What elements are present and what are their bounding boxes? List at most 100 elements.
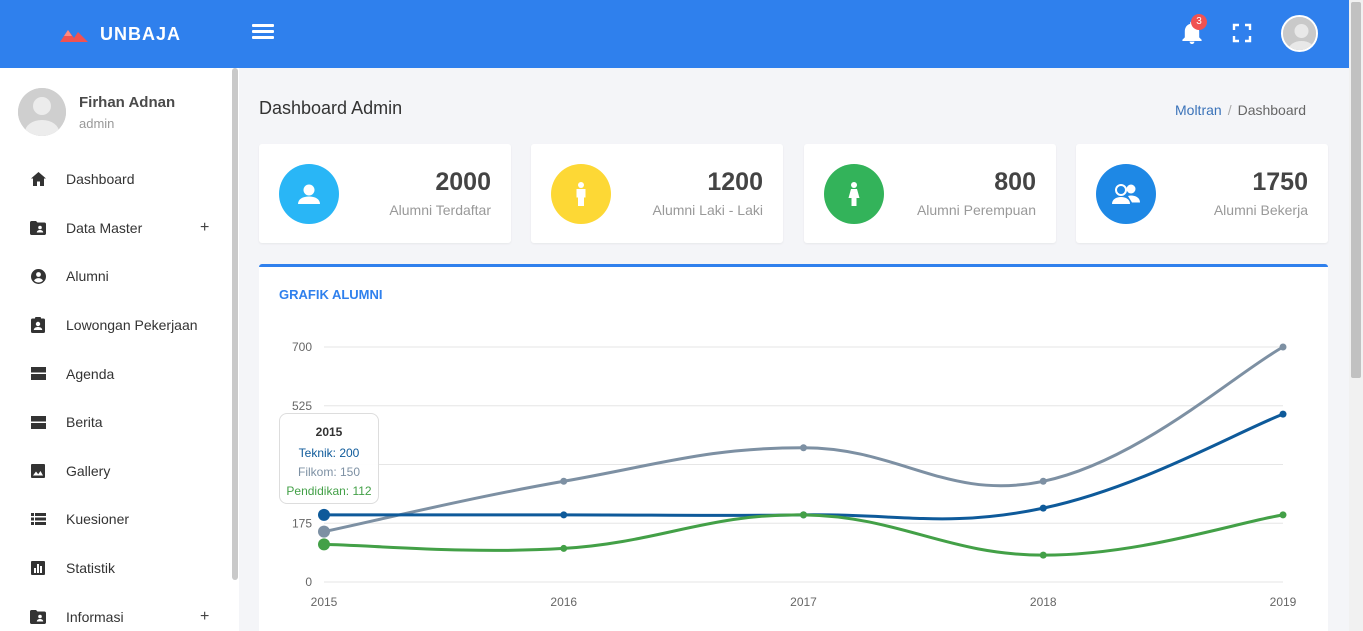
- x-tick-label: 2018: [1030, 595, 1057, 609]
- tooltip-line-pendidikan: Pendidikan: 112: [286, 484, 372, 498]
- tooltip-title: 2015: [315, 425, 343, 439]
- sidebar-item-label: Lowongan Pekerjaan: [66, 317, 198, 334]
- user-icon: [279, 164, 339, 224]
- sidebar-item-label: Gallery: [66, 462, 111, 479]
- data-point-teknik: [560, 511, 568, 519]
- menu-toggle-icon[interactable]: [252, 22, 274, 44]
- y-tick-label: 525: [292, 399, 312, 413]
- stat-label: Alumni Bekerja: [1213, 202, 1308, 218]
- x-tick-label: 2017: [790, 595, 817, 609]
- page-title: Dashboard Admin: [259, 98, 403, 118]
- chart-card: GRAFIK ALUMNI 0 175 525 700 2015 2016 2017 2018…: [259, 264, 1328, 631]
- sidebar-item-alumni[interactable]: Alumni: [0, 252, 232, 301]
- stat-value: 1200: [707, 168, 763, 196]
- breadcrumb-link[interactable]: Moltran: [1175, 102, 1222, 118]
- folder-user-icon: [30, 220, 46, 236]
- y-tick-label: 700: [292, 340, 312, 354]
- sidebar-item-statistik[interactable]: Statistik: [0, 544, 232, 593]
- top-navbar: UNBAJA 3: [0, 0, 1349, 68]
- stat-value: 800: [994, 168, 1036, 196]
- sidebar-item-label: Alumni: [66, 268, 109, 285]
- x-tick-label: 2015: [311, 595, 338, 609]
- data-point-pendidikan: [318, 538, 330, 551]
- alumni-line-chart: 0 175 525 700 2015 2016 2017 2018 2019: [292, 340, 1297, 609]
- notification-badge: 3: [1191, 14, 1207, 30]
- home-icon: [30, 171, 46, 187]
- female-icon: [824, 164, 884, 224]
- sidebar-item-dashboard[interactable]: Dashboard: [0, 155, 232, 204]
- page-scroll-thumb[interactable]: [1351, 2, 1361, 378]
- users-icon: [1096, 164, 1156, 224]
- sidebar-item-label: Dashboard: [66, 171, 135, 188]
- page-scrollbar[interactable]: [1349, 0, 1363, 631]
- data-point-pendidikan: [560, 544, 568, 552]
- data-point-pendidikan: [1279, 511, 1287, 519]
- sidebar-item-label: Kuesioner: [66, 511, 130, 528]
- data-point-filkom: [800, 444, 807, 452]
- brand[interactable]: UNBAJA: [60, 0, 181, 68]
- logo-icon: [60, 30, 88, 42]
- sidebar-item-data-master[interactable]: Data Master +: [0, 204, 232, 253]
- x-tick-label: 2019: [1270, 595, 1297, 609]
- tooltip-line-teknik: Teknik: 200: [298, 446, 360, 460]
- data-point-teknik: [318, 508, 330, 521]
- image-icon: [30, 463, 46, 479]
- user-circle-icon: [30, 268, 46, 284]
- data-point-filkom: [1039, 477, 1047, 485]
- stat-label: Alumni Laki - Laki: [652, 202, 764, 218]
- sidebar-item-kuesioner[interactable]: Kuesioner: [0, 495, 232, 544]
- user-role: admin: [79, 115, 115, 131]
- folder-user-icon: [30, 609, 46, 625]
- breadcrumb-separator: /: [1227, 102, 1232, 118]
- user-avatar: [18, 88, 66, 136]
- avatar-placeholder-icon: [1283, 17, 1316, 50]
- sidebar-item-berita[interactable]: Berita: [0, 398, 232, 447]
- stat-label: Alumni Perempuan: [916, 202, 1036, 218]
- sidebar-menu: Dashboard Data Master + Alumni Lowongan …: [0, 155, 232, 631]
- user-name: Firhan Adnan: [79, 93, 176, 111]
- series-line-teknik: [323, 412, 1284, 521]
- sidebar-item-lowongan-pekerjaan[interactable]: Lowongan Pekerjaan: [0, 301, 232, 350]
- stat-card-alumni-terdaftar: 2000 Alumni Terdaftar: [259, 144, 511, 243]
- chart-tooltip: 2015 Teknik: 200 Filkom: 150 Pendidikan:…: [279, 413, 379, 504]
- user-panel: Firhan Adnan admin: [18, 88, 175, 136]
- series-line-filkom: [323, 345, 1284, 534]
- expand-icon[interactable]: +: [200, 219, 209, 237]
- y-tick-label: 175: [292, 516, 312, 530]
- stat-card-alumni-laki-laki: 1200 Alumni Laki - Laki: [531, 144, 783, 243]
- sidebar-item-label: Data Master: [66, 219, 143, 236]
- sidebar-item-agenda[interactable]: Agenda: [0, 349, 232, 398]
- dns-icon: [30, 414, 46, 430]
- header-avatar[interactable]: [1281, 15, 1318, 52]
- avatar-placeholder-icon: [18, 88, 66, 136]
- data-point-filkom: [1279, 343, 1287, 351]
- data-point-pendidikan: [800, 511, 807, 519]
- clipboard-user-icon: [30, 317, 46, 334]
- expand-icon[interactable]: +: [200, 608, 209, 626]
- data-point-filkom: [318, 525, 330, 538]
- x-tick-label: 2016: [550, 595, 577, 609]
- stat-value: 1750: [1252, 168, 1308, 196]
- brand-name: UNBAJA: [100, 23, 182, 44]
- breadcrumb-current: Dashboard: [1237, 102, 1307, 118]
- male-icon: [551, 164, 611, 224]
- sidebar-item-gallery[interactable]: Gallery: [0, 447, 232, 496]
- y-tick-label: 0: [305, 575, 312, 589]
- bar-chart-icon: [30, 560, 46, 576]
- data-point-teknik: [1039, 504, 1047, 512]
- tooltip-line-filkom: Filkom: 150: [297, 465, 361, 479]
- data-point-pendidikan: [1039, 551, 1047, 559]
- stat-label: Alumni Terdaftar: [389, 202, 491, 218]
- sidebar-scrollbar[interactable]: [232, 68, 238, 580]
- stat-card-alumni-bekerja: 1750 Alumni Bekerja: [1076, 144, 1328, 243]
- sidebar-item-label: Berita: [66, 414, 103, 431]
- sidebar-item-informasi[interactable]: Informasi +: [0, 592, 232, 631]
- fullscreen-icon[interactable]: [1232, 23, 1252, 43]
- sidebar-item-label: Agenda: [66, 365, 115, 382]
- breadcrumb: Moltran / Dashboard: [1175, 102, 1306, 118]
- series-line-pendidikan: [323, 513, 1284, 557]
- data-point-filkom: [560, 477, 568, 485]
- data-point-teknik: [1279, 410, 1287, 418]
- stat-card-alumni-perempuan: 800 Alumni Perempuan: [804, 144, 1056, 243]
- sidebar: Firhan Adnan admin Dashboard Data Master…: [0, 68, 239, 631]
